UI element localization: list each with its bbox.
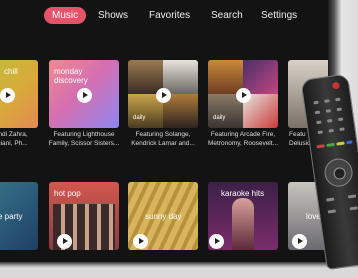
remote-color-button [336, 141, 345, 146]
remote-button [317, 130, 323, 135]
tv-stand-edge [0, 262, 358, 269]
remote-button [336, 107, 342, 112]
remote-button [328, 128, 334, 133]
remote-button [316, 120, 322, 125]
playlist-card-sunny-day[interactable]: sunny day [128, 182, 198, 250]
card-title: karaoke hits [221, 189, 265, 198]
remote-button [349, 206, 358, 211]
card-title: sunny day [145, 212, 182, 221]
card-caption: Featuring Arcade Fire, Metronomy, Roosev… [208, 131, 278, 147]
remote-button [339, 127, 345, 132]
tab-search[interactable]: Search [211, 7, 243, 24]
card-caption: Hindi Zahra, luciani, Ph... [0, 131, 28, 147]
remote-color-button [316, 144, 325, 149]
remote-button [327, 209, 337, 214]
remote-button [313, 100, 319, 105]
remote-button [325, 109, 332, 113]
play-icon[interactable] [77, 88, 92, 103]
play-icon[interactable] [292, 234, 307, 249]
playlist-card-hot-pop[interactable]: hot pop [49, 182, 119, 250]
play-icon[interactable] [236, 88, 251, 103]
playlist-card-monday-discovery[interactable]: monday discovery [49, 60, 119, 128]
tab-favorites[interactable]: Favorites [149, 7, 190, 24]
remote-button [337, 117, 344, 122]
remote-button [327, 118, 333, 123]
remote-button [347, 194, 357, 199]
playlist-card-daily-1[interactable]: daily [128, 60, 198, 128]
artist-photo [232, 198, 254, 250]
power-button-icon [331, 81, 340, 90]
remote-button [326, 197, 335, 202]
playlist-card-daily-2[interactable]: daily [208, 60, 278, 128]
remote-button [335, 97, 341, 102]
top-nav: Music Shows Favorites Search Settings [0, 5, 330, 25]
card-title: chill [4, 67, 18, 76]
card-title: daily [133, 115, 146, 121]
tv-screen: Music Shows Favorites Search Settings ch… [0, 0, 330, 269]
remote-color-button [346, 140, 353, 145]
play-icon[interactable] [57, 234, 72, 249]
remote-dpad [322, 156, 355, 189]
card-caption: Featuring Lighthouse Family, Scissor Sis… [48, 131, 120, 147]
tab-shows[interactable]: Shows [98, 7, 128, 24]
remote-ok-button [332, 166, 347, 181]
remote-color-button [326, 142, 335, 147]
card-title: daily [213, 115, 226, 121]
tab-music[interactable]: Music [44, 7, 87, 24]
card-title: monday discovery [54, 67, 88, 85]
play-icon[interactable] [133, 234, 148, 249]
play-icon[interactable] [0, 88, 15, 103]
play-icon[interactable] [209, 234, 224, 249]
playlist-card-party[interactable]: e party [0, 182, 38, 250]
remote-button [324, 99, 330, 103]
card-title: e party [0, 212, 23, 221]
tab-settings[interactable]: Settings [261, 7, 297, 24]
play-icon[interactable] [156, 88, 171, 103]
card-caption: Featuring Solange, Kendrick Lamar and... [131, 131, 195, 147]
playlist-card-karaoke-hits[interactable]: karaoke hits [208, 182, 278, 250]
remote-button [314, 110, 321, 115]
playlist-card-chill[interactable]: chill [0, 60, 38, 128]
card-title: hot pop [54, 189, 81, 198]
